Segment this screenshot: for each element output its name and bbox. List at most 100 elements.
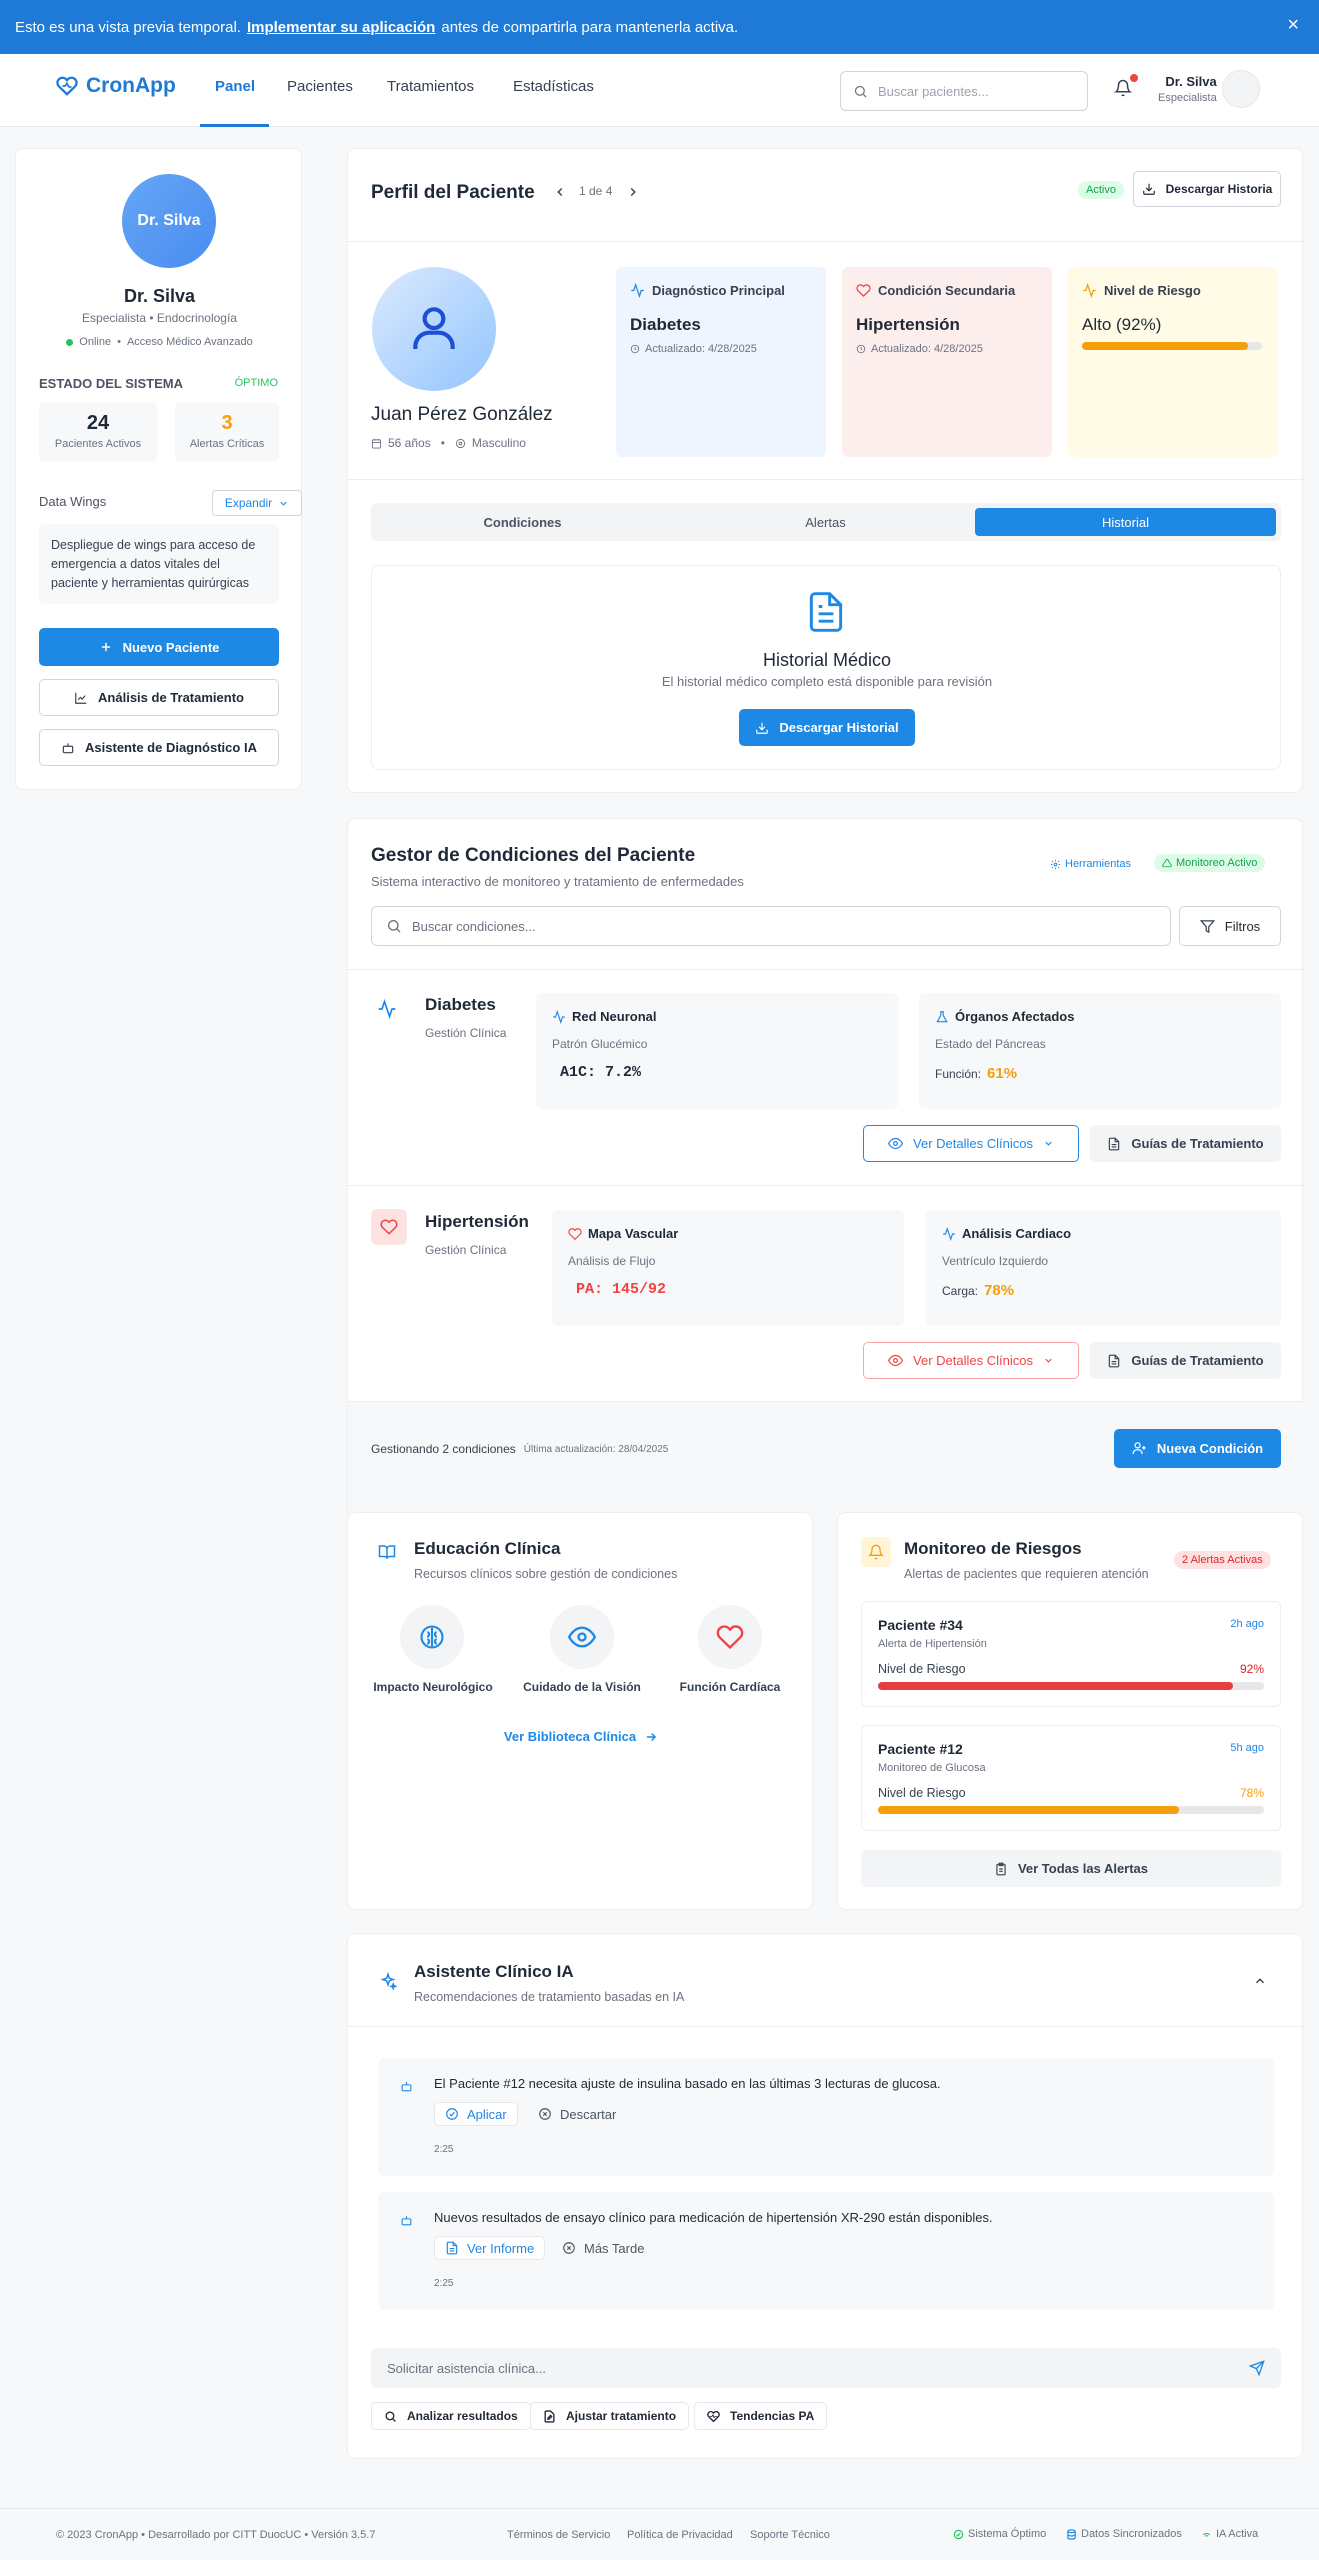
bot-icon bbox=[62, 742, 74, 753]
brand-logo[interactable]: CronApp bbox=[56, 74, 176, 98]
alert-triangle-icon bbox=[1162, 858, 1172, 868]
chip-adjust[interactable]: Ajustar tratamiento bbox=[530, 2402, 690, 2430]
download-history-label: Descargar Historia bbox=[1165, 182, 1273, 196]
tab-alertas[interactable]: Alertas bbox=[674, 503, 977, 541]
close-icon[interactable]: × bbox=[1287, 14, 1299, 37]
message-time: 2:25 bbox=[434, 2278, 454, 2289]
tab-historial[interactable]: Historial bbox=[975, 508, 1276, 536]
bell-icon[interactable] bbox=[1114, 79, 1132, 97]
diabetes-details-button[interactable]: Ver Detalles Clínicos bbox=[863, 1125, 1079, 1162]
footer-support[interactable]: Soporte Técnico bbox=[750, 2529, 830, 2541]
risk-monitor-card: Monitoreo de Riesgos Alertas de paciente… bbox=[837, 1512, 1303, 1910]
clock-icon bbox=[630, 344, 640, 354]
footer-privacy[interactable]: Política de Privacidad bbox=[627, 2529, 733, 2541]
card-updated: Actualizado: 4/28/2025 bbox=[871, 343, 983, 355]
dismiss-button[interactable]: Descartar bbox=[538, 2102, 616, 2126]
avatar[interactable] bbox=[1222, 70, 1260, 108]
chevron-up-icon[interactable] bbox=[1253, 1974, 1267, 1988]
status-badge: Activo bbox=[1078, 181, 1124, 199]
alert-type: Alerta de Hipertensión bbox=[878, 1638, 987, 1650]
preview-banner: Esto es una vista previa temporal. Imple… bbox=[0, 0, 1319, 54]
new-patient-button[interactable]: Nuevo Paciente bbox=[39, 628, 279, 666]
panel-title: Red Neuronal bbox=[572, 1009, 657, 1024]
cardiac-resource[interactable] bbox=[698, 1605, 762, 1669]
download-history-panel-label: Descargar Historial bbox=[779, 720, 899, 735]
hypertension-guides-button[interactable]: Guías de Tratamiento bbox=[1090, 1342, 1281, 1379]
neuro-resource[interactable] bbox=[400, 1605, 464, 1669]
vision-resource[interactable] bbox=[550, 1605, 614, 1669]
treatment-analysis-button[interactable]: Análisis de Tratamiento bbox=[39, 679, 279, 716]
resource-label: Función Cardíaca bbox=[679, 1680, 781, 1694]
active-alerts-badge: 2 Alertas Activas bbox=[1174, 1551, 1271, 1569]
new-condition-button[interactable]: Nueva Condición bbox=[1114, 1429, 1281, 1468]
filters-button[interactable]: Filtros bbox=[1179, 906, 1281, 946]
hypertension-details-button[interactable]: Ver Detalles Clínicos bbox=[863, 1342, 1079, 1379]
view-report-button[interactable]: Ver Informe bbox=[434, 2236, 546, 2260]
activity-icon bbox=[631, 283, 644, 298]
risk-title: Monitoreo de Riesgos bbox=[904, 1539, 1082, 1558]
assistant-input[interactable]: Solicitar asistencia clínica... bbox=[371, 2348, 1281, 2388]
nav-tratamientos[interactable]: Tratamientos bbox=[387, 78, 474, 95]
view-all-alerts-button[interactable]: Ver Todas las Alertas bbox=[861, 1850, 1281, 1887]
monitor-label: Monitoreo Activo bbox=[1176, 857, 1258, 869]
card-value: Diabetes bbox=[630, 315, 701, 334]
alert-risk-label: Nivel de Riesgo bbox=[878, 1662, 966, 1676]
flask-icon bbox=[936, 1010, 948, 1022]
card-value: Alto (92%) bbox=[1082, 315, 1162, 334]
panel-value: 78% bbox=[984, 1282, 1015, 1299]
send-icon[interactable] bbox=[1249, 2360, 1265, 2376]
later-button[interactable]: Más Tarde bbox=[562, 2236, 644, 2260]
plus-icon bbox=[101, 642, 110, 652]
doctor-name: Dr. Silva bbox=[123, 286, 196, 306]
nav-pacientes[interactable]: Pacientes bbox=[287, 78, 353, 95]
x-circle-icon bbox=[539, 2108, 551, 2120]
check-circle-icon bbox=[446, 2108, 458, 2120]
ai-message: Nuevos resultados de ensayo clínico para… bbox=[378, 2192, 1274, 2310]
cardiac-analysis-panel: Análisis Cardiaco Ventrículo Izquierdo C… bbox=[926, 1210, 1281, 1326]
condition-search-placeholder: Buscar condiciones... bbox=[412, 918, 536, 934]
chevron-left-icon[interactable] bbox=[553, 185, 567, 199]
message-text: El Paciente #12 necesita ajuste de insul… bbox=[434, 2076, 941, 2091]
user-menu[interactable]: Dr. Silva Especialista bbox=[1158, 74, 1217, 104]
apply-button[interactable]: Aplicar bbox=[434, 2102, 518, 2126]
tools-badge[interactable]: Herramientas bbox=[1050, 858, 1131, 870]
alert-risk-label: Nivel de Riesgo bbox=[878, 1786, 966, 1800]
footer-terms[interactable]: Términos de Servicio bbox=[507, 2529, 610, 2541]
heart-icon bbox=[856, 284, 871, 297]
alert-item[interactable]: Paciente #12 Monitoreo de Glucosa 5h ago… bbox=[861, 1725, 1281, 1831]
download-history-button[interactable]: Descargar Historia bbox=[1133, 171, 1281, 207]
download-icon bbox=[756, 722, 769, 734]
assistant-subtitle: Recomendaciones de tratamiento basadas e… bbox=[414, 1990, 685, 2004]
panel-value: A1C: 7.2% bbox=[560, 1064, 642, 1081]
activity-icon bbox=[1083, 283, 1096, 298]
clinical-library-link[interactable]: Ver Biblioteca Clínica bbox=[348, 1729, 814, 1744]
nav-panel[interactable]: Panel bbox=[215, 78, 255, 95]
deploy-link[interactable]: Implementar su aplicación bbox=[247, 19, 435, 36]
bell-icon-box bbox=[861, 1537, 891, 1567]
alert-risk-value: 78% bbox=[1239, 1786, 1264, 1800]
risk-level-card: Nivel de Riesgo Alto (92%) bbox=[1068, 267, 1278, 457]
chip-trends[interactable]: Tendencias PA bbox=[694, 2402, 828, 2430]
banner-text: Esto es una vista previa temporal. bbox=[15, 18, 241, 36]
ai-diagnostic-button[interactable]: Asistente de Diagnóstico IA bbox=[39, 729, 279, 766]
chip-analyze[interactable]: Analizar resultados bbox=[371, 2402, 531, 2430]
assistant-title: Asistente Clínico IA bbox=[414, 1962, 574, 1981]
download-icon bbox=[1142, 183, 1155, 195]
nav-estadisticas[interactable]: Estadísticas bbox=[513, 78, 594, 95]
monitor-badge: Monitoreo Activo bbox=[1154, 854, 1266, 872]
chevron-right-icon[interactable] bbox=[626, 185, 640, 199]
condition-name: Hipertensión bbox=[425, 1212, 529, 1231]
condition-search-input[interactable]: Buscar condiciones... bbox=[371, 906, 1171, 946]
status-label: Datos Sincronizados bbox=[1081, 2528, 1182, 2540]
tab-condiciones[interactable]: Condiciones bbox=[371, 503, 674, 541]
online-dot bbox=[66, 338, 74, 346]
diabetes-guides-button[interactable]: Guías de Tratamiento bbox=[1090, 1125, 1281, 1162]
system-state: ÓPTIMO bbox=[234, 377, 278, 389]
treatment-analysis-label: Análisis de Tratamiento bbox=[98, 690, 244, 705]
expand-button[interactable]: Expandir bbox=[212, 490, 302, 516]
download-history-panel-button[interactable]: Descargar Historial bbox=[739, 709, 915, 746]
alert-item[interactable]: Paciente #34 Alerta de Hipertensión 2h a… bbox=[861, 1601, 1281, 1707]
patient-search-input[interactable]: Buscar pacientes... bbox=[840, 71, 1088, 111]
alert-risk-bar-fill bbox=[878, 1806, 1180, 1814]
card-title: Diagnóstico Principal bbox=[652, 283, 785, 298]
